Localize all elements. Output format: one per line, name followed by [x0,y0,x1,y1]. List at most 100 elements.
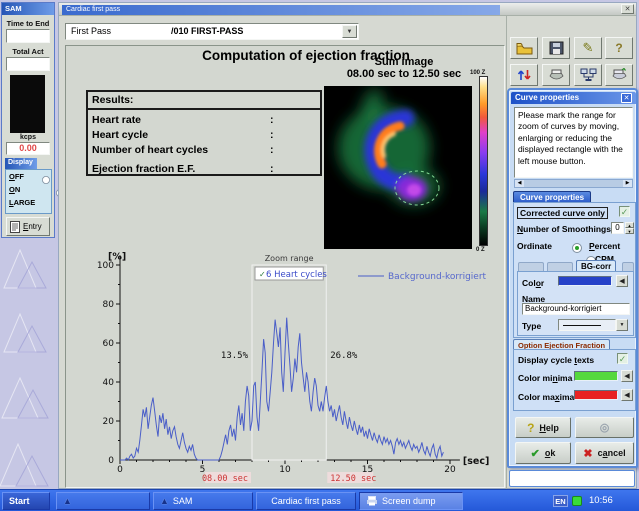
svg-text:08.00 sec: 08.00 sec [202,474,248,484]
svg-text:20: 20 [103,417,115,427]
display-cycle-texts-label: Display cycle texts [518,355,594,365]
minima-color-swatch[interactable] [574,371,618,381]
corrected-curve-label: Corrected curve only [517,207,608,219]
display-tab[interactable]: Display [5,158,37,169]
cancel-button[interactable]: ✖ cancel [575,442,634,464]
study-combobox-value: First Pass [66,24,111,36]
taskbar-item-cardiac-first-pass[interactable]: Cardiac first pass [256,492,356,510]
entry-field[interactable] [509,470,635,487]
zoom-range-rect[interactable] [252,265,326,460]
help-button[interactable]: ? Help [515,417,571,438]
maxima-color-swatch[interactable] [574,390,618,400]
corrected-curve-checkbox[interactable]: ✓ [619,206,630,217]
screen-copy-icon[interactable] [605,64,633,86]
result-row-num-cycles: Number of heart cycles: [88,144,320,156]
color-picker-arrow-icon[interactable]: ◀ [616,275,628,287]
background-corrected-curve [120,318,443,460]
activity-display [10,75,45,133]
disabled-circle-icon: ◎ [600,421,610,434]
color-label: Color [522,278,544,288]
scroll-left-icon[interactable]: ◀ [515,180,524,187]
display-option-off-radio[interactable] [42,176,50,184]
dialog-close-icon[interactable]: ✕ [621,93,632,103]
entry-button-label: Entry [23,222,42,231]
edit-pencil-icon[interactable]: ✎ [574,37,602,59]
activity-curve-chart[interactable]: 05101520020406080100[%][sec]Zoom range✓6… [66,246,506,488]
curve-properties-group: Corrected curve only ✓ Number of Smoothi… [513,202,636,338]
svg-text:20: 20 [444,465,456,475]
svg-text:60: 60 [103,339,115,349]
svg-text:40: 40 [103,378,115,388]
time-to-end-label: Time to End [2,19,54,28]
kcps-value: 0.00 [6,142,50,155]
start-button[interactable]: Start [2,492,50,510]
svg-text:13.5%: 13.5% [221,351,249,361]
ordinate-percent-radio[interactable] [572,243,582,253]
svg-text:10: 10 [279,465,291,475]
entry-button[interactable]: Entry [6,217,50,236]
chevron-down-icon[interactable]: ▼ [342,25,357,38]
window-close-button[interactable]: ✕ [621,4,634,14]
svg-text:[sec]: [sec] [463,456,489,467]
sum-image-scintigram[interactable] [324,86,472,249]
type-dropdown-icon[interactable]: ▼ [616,319,628,331]
analysis-panel: Computation of ejection fraction Sum ima… [65,45,505,488]
dialog-title: Curve properties [511,92,636,104]
window-titlebar: Cardiac first pass ✕ [59,3,636,16]
printer-icon [366,496,378,506]
print-icon[interactable] [542,64,570,86]
display-cycle-texts-checkbox[interactable]: ✓ [617,353,628,364]
curve-color-swatch[interactable] [558,276,612,286]
display-option-off[interactable]: OFF [9,172,24,181]
ordinate-percent-label[interactable]: Percent [589,241,620,251]
display-option-large[interactable]: LARGE [9,198,35,207]
results-box: Results: Heart rate: Heart cycle: Number… [86,90,322,176]
cancel-x-icon: ✖ [583,447,592,460]
results-header: Results: [88,92,320,110]
svg-text:[%]: [%] [108,251,126,262]
bg-corr-tab-panel: Color ◀ Name Background-korrigiert Type … [517,271,634,336]
curve-properties-dialog: Curve properties ✕ Please mark the range… [507,88,638,468]
curve-name-input[interactable]: Background-korrigiert [522,303,630,315]
svg-text:26.8%: 26.8% [330,351,358,361]
help-icon[interactable]: ? [605,37,633,59]
color-minima-label: Color minima [518,373,572,383]
open-folder-icon[interactable] [510,37,538,59]
maxima-picker-arrow-icon[interactable]: ◀ [621,389,633,401]
document-icon [10,221,20,233]
svg-text:6 Heart cycles: 6 Heart cycles [266,270,327,280]
taskbar-item-sam[interactable]: ▲SAM [153,492,253,510]
svg-text:80: 80 [103,300,115,310]
time-to-end-field[interactable] [6,29,50,43]
save-icon[interactable] [542,37,570,59]
result-row-heart-rate: Heart rate: [88,114,320,126]
sum-image-title: Sum image [324,56,484,68]
minima-picker-arrow-icon[interactable]: ◀ [621,370,633,382]
tray-status-icon[interactable] [572,496,582,506]
sum-image-subtitle: 08.00 sec to 12.50 sec [324,68,484,80]
display-options-box: OFF ON LARGE [5,169,52,214]
taskbar-item-app[interactable]: ▲ [56,492,150,510]
taskbar-item-screen-dump[interactable]: Screen dump [359,492,463,510]
taskbar: Start ▲ ▲SAM Cardiac first pass Screen d… [0,489,639,511]
total-act-field[interactable] [6,57,50,71]
network-icon[interactable] [574,64,602,86]
app-logo-icon: ▲ [160,496,169,506]
svg-text:✓: ✓ [259,270,266,279]
sort-arrows-icon[interactable] [510,64,538,86]
language-indicator[interactable]: EN [553,495,568,507]
spin-down-icon[interactable]: ▼ [625,228,634,234]
scroll-right-icon[interactable]: ▶ [623,180,632,187]
display-option-on[interactable]: ON [9,185,20,194]
line-type-dropdown[interactable] [558,319,616,331]
svg-text:100: 100 [97,261,114,271]
smoothings-value[interactable]: 0 [611,222,624,234]
dialog-message: Please mark the range for zoom of curves… [514,107,633,178]
message-scrollbar[interactable]: ◀ ▶ [514,179,633,188]
color-scale-bar [479,76,488,246]
ok-button[interactable]: ✔ ok [515,442,571,464]
study-combobox[interactable]: First Pass /010 FIRST-PASS ▼ [65,23,359,40]
study-combobox-code: /010 FIRST-PASS [166,24,243,36]
result-row-heart-cycle: Heart cycle: [88,129,320,141]
color-maxima-label: Color maxima [518,392,574,402]
